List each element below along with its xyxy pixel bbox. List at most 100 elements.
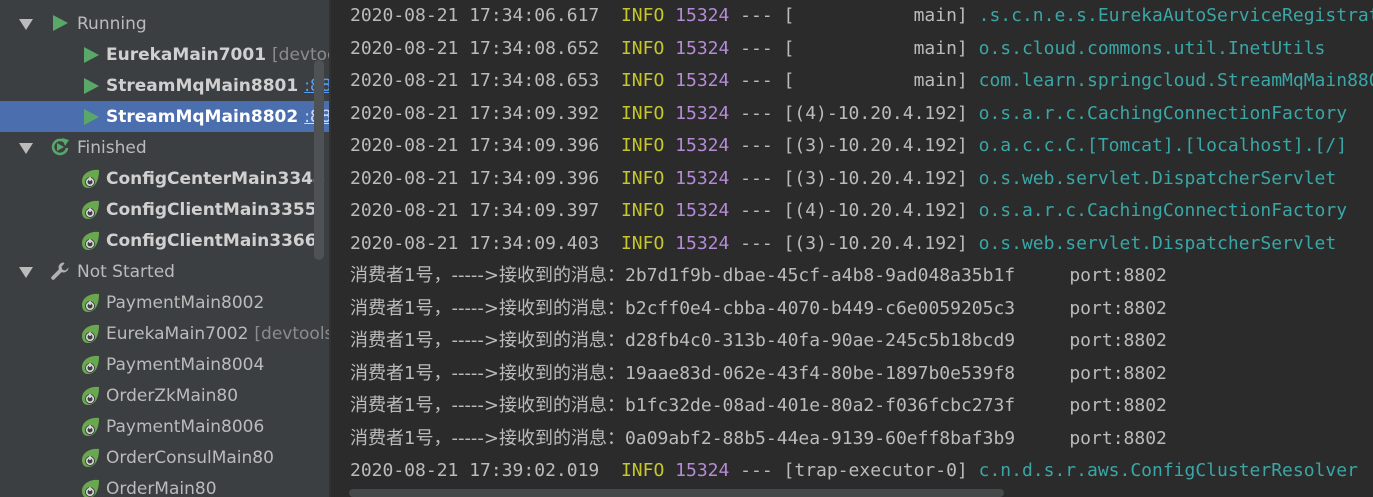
tree-item-streammqmain8801[interactable]: StreamMqMain8801:8801/ [0,70,329,101]
log-logger[interactable]: c.n.d.s.r.aws.ConfigClusterResolver [979,460,1358,481]
tree-item-orderconsulmain80[interactable]: OrderConsulMain80 [0,442,329,473]
tree-item-configclientmain3355[interactable]: ConfigClientMain3355 [0,194,329,225]
log-logger[interactable]: o.s.web.servlet.DispatcherServlet [979,233,1337,254]
message-id: 19aae83d-062e-43f4-80be-1897b0e539f8 [625,362,1016,384]
services-tree: Running EurekaMain7001[devtools] StreamMqM… [0,0,329,497]
tree-group-finished[interactable]: Finished [0,132,329,163]
log-separator: --- [740,135,773,156]
service-name: StreamMqMain8802 [106,106,299,127]
log-line: 2020-08-21 17:34:08.653 INFO 15324 --- [… [350,65,1373,97]
log-separator: --- [740,460,773,481]
tree-item-eurekamain7001[interactable]: EurekaMain7001[devtools] [0,39,329,70]
tree-item-configclientmain3366[interactable]: ConfigClientMain3366 [0,225,329,256]
tree-item-label: OrderMain80 [106,479,217,497]
tree-item-paymentmain8002[interactable]: PaymentMain8002 [0,287,329,318]
message-id: d28fb4c0-313b-40fa-90ae-245c5b18bcd9 [625,330,1016,351]
tree-group-not-started[interactable]: Not Started [0,256,329,287]
tree-item-label: PaymentMain8004 [106,355,264,375]
consumer-message-line: 消费者1号，----->接收到的消息：2b7d1f9b-dbae-45cf-a4… [350,260,1167,292]
service-name: PaymentMain8006 [106,416,265,437]
log-level: INFO [620,102,665,124]
tree-item-label: ConfigCenterMain3344 [106,169,325,189]
tree-item-orderzkmain80[interactable]: OrderZkMain80 [0,380,329,411]
tree-item-label: ConfigClientMain3355 [106,200,317,220]
log-thread: [ main] [783,37,968,59]
tree-item-label: ConfigClientMain3366 [106,231,317,251]
console-horizontal-scrollbar[interactable] [349,489,1004,497]
consumer-message-line: 消费者1号，----->接收到的消息：0a09abf2-88b5-44ea-91… [350,423,1167,455]
log-timestamp: 2020-08-21 17:34:09.403 [350,232,600,254]
log-timestamp: 2020-08-21 17:34:09.396 [350,167,600,189]
tree-item-paymentmain8006[interactable]: PaymentMain8006 [0,411,329,442]
message-prefix: 消费者1号，----->接收到的消息： [350,265,626,286]
log-logger[interactable]: o.s.a.r.c.CachingConnectionFactory [979,103,1347,124]
tree-item-ordermain80[interactable]: OrderMain80 [0,473,329,497]
consumer-message-line: 消费者1号，----->接收到的消息：b2cff0e4-cbba-4070-b4… [350,293,1167,325]
run-triangle-icon [81,76,103,98]
spring-boot-icon [79,385,101,407]
service-name: OrderMain80 [106,478,217,497]
log-logger[interactable]: com.learn.springcloud.StreamMqMain8802 [979,70,1373,91]
log-pid: 15324 [675,200,730,221]
log-separator: --- [740,37,773,59]
log-line: 2020-08-21 17:34:08.652 INFO 15324 --- [… [350,33,1325,65]
rerun-icon [50,137,70,157]
log-thread: [(3)-10.20.4.192] [783,167,968,189]
log-level: INFO [620,37,665,59]
chevron-down-icon[interactable] [19,267,33,278]
run-triangle-icon [81,107,103,129]
tree-item-streammqmain8802[interactable]: StreamMqMain8802:8802/ [0,101,329,132]
log-thread: [(4)-10.20.4.192] [783,102,968,124]
message-id: 2b7d1f9b-dbae-45cf-a4b8-9ad048a35b1f [625,265,1016,286]
tree-item-label: EurekaMain7002[devtools] [106,324,329,344]
log-thread: [ main] [783,5,968,26]
message-prefix: 消费者1号，----->接收到的消息： [350,330,626,351]
consumer-message-line: 消费者1号，----->接收到的消息：d28fb4c0-313b-40fa-90… [350,325,1167,357]
message-port: port:8802 [1069,265,1167,286]
log-thread: [(3)-10.20.4.192] [783,232,968,254]
log-logger[interactable]: o.s.a.r.c.CachingConnectionFactory [979,200,1347,221]
log-logger[interactable]: .s.c.n.e.s.EurekaAutoServiceRegistration [979,5,1373,26]
tree-item-eurekamain7002[interactable]: EurekaMain7002[devtools] [0,318,329,349]
log-pid: 15324 [675,135,730,156]
log-pid: 15324 [675,102,730,124]
tree-item-paymentmain8004[interactable]: PaymentMain8004 [0,349,329,380]
tree-group-label: Finished [77,137,147,158]
log-pid: 15324 [675,460,730,481]
tree-group-label: Running [77,13,147,34]
chevron-down-icon[interactable] [19,143,33,154]
log-pid: 15324 [675,5,730,26]
message-id: b2cff0e4-cbba-4070-b449-c6e0059205c3 [625,297,1016,319]
service-name: PaymentMain8004 [106,354,265,375]
log-separator: --- [740,167,773,189]
tree-group-running[interactable]: Running [0,8,329,39]
log-logger[interactable]: o.s.cloud.commons.util.InetUtils [979,38,1326,59]
log-line: 2020-08-21 17:34:09.396 INFO 15324 --- [… [350,163,1336,195]
wrench-icon [50,261,70,281]
spring-boot-icon [79,199,101,221]
log-timestamp: 2020-08-21 17:34:08.652 [350,37,600,59]
service-name: OrderConsulMain80 [106,447,274,468]
service-name: ConfigClientMain3366 [106,230,317,251]
message-port: port:8802 [1069,297,1167,319]
log-separator: --- [740,5,773,26]
log-timestamp: 2020-08-21 17:34:09.396 [350,135,600,156]
log-level: INFO [620,5,665,26]
log-separator: --- [740,70,773,91]
tree-item-label: StreamMqMain8801:8801/ [106,76,329,96]
log-line: 2020-08-21 17:34:09.396 INFO 15324 --- [… [350,130,1347,162]
log-pid: 15324 [675,232,730,254]
tree-scrollbar[interactable] [314,60,324,260]
log-line: 2020-08-21 17:34:09.392 INFO 15324 --- [… [350,98,1347,130]
log-timestamp: 2020-08-21 17:34:08.653 [350,70,600,91]
console-output: 2020-08-21 17:34:06.617 INFO 15324 --- [… [331,0,1373,497]
log-line: 2020-08-21 17:39:02.019 INFO 15324 --- [… [350,455,1358,487]
log-logger[interactable]: o.s.web.servlet.DispatcherServlet [979,168,1337,189]
tree-item-configcentermain3344[interactable]: ConfigCenterMain3344 [0,163,329,194]
run-triangle-icon [50,13,70,33]
log-pid: 15324 [675,70,730,91]
tree-item-label: StreamMqMain8802:8802/ [106,107,329,127]
chevron-down-icon[interactable] [19,19,33,30]
log-logger[interactable]: o.a.c.c.C.[Tomcat].[localhost].[/] [979,135,1347,156]
ide-window: Running EurekaMain7001[devtools] StreamMqM… [0,0,1373,497]
